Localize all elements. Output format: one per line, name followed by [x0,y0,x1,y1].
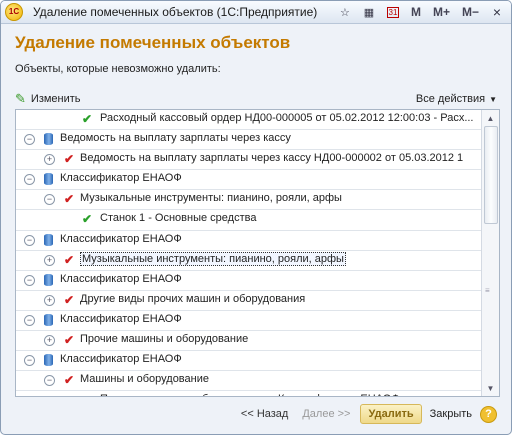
expand-icon[interactable]: + [44,154,55,166]
green-check-icon: ✔ [81,112,93,126]
red-check-icon: ✔ [63,252,75,267]
tree-row-label: Ведомость на выплату зарплаты через касс… [60,132,291,145]
back-button[interactable]: << Назад [241,408,288,420]
tree-row[interactable]: + ✔ Другие виды прочих машин и оборудовани… [16,291,482,311]
tree-row[interactable]: − Классификатор ЕНАОФ [16,271,482,291]
expand-icon[interactable]: + [44,294,55,306]
window-title: Удаление помеченных объектов (1С:Предпри… [33,5,318,19]
collapse-icon[interactable]: − [24,355,35,367]
help-icon[interactable]: ? [480,405,497,423]
tree-row[interactable]: ✔ Станок 1 - Основные средства [16,210,482,231]
pencil-icon: ✎ [15,91,26,106]
edit-button-label: Изменить [30,93,81,105]
next-button[interactable]: Далее >> [302,408,350,420]
collapse-icon[interactable]: − [44,194,55,206]
database-icon [44,273,53,286]
red-check-icon: ✔ [63,292,75,307]
tree-row[interactable]: ✔ Расходный кассовый ордер НД00-000005 от… [16,110,482,131]
tree-row-label: Классификатор ЕНАОФ [60,312,182,325]
expand-icon[interactable]: + [44,254,55,266]
tree-row-label: Классификатор ЕНАОФ [60,172,182,185]
edit-button[interactable]: ✎ Изменить [15,91,81,107]
tree-row-label: Ведомость на выплату зарплаты через касс… [80,152,464,165]
red-check-icon: ✔ [63,192,75,207]
app-logo-icon: 1С [5,3,23,21]
tree-row[interactable]: − Ведомость на выплату зарплаты через кас… [16,130,482,151]
calendar-day: 31 [386,6,400,18]
collapse-icon[interactable]: − [24,314,35,326]
tree-row[interactable]: − Классификатор ЕНАОФ [16,231,482,251]
objects-tree[interactable]: ✔ Расходный кассовый ордер НД00-000005 от… [15,109,500,397]
scroll-thumb[interactable] [484,126,498,224]
tree-row[interactable]: + ✔ Музыкальные инструменты: пианино, роял… [16,251,482,271]
tree-row-label: Музыкальные инструменты: пианино, рояли,… [80,251,346,266]
collapse-icon[interactable]: − [24,274,35,286]
database-icon [44,313,53,326]
red-check-icon: ✔ [63,152,75,167]
tree-row-label: Музыкальные инструменты: пианино, рояли,… [80,192,342,205]
close-icon[interactable]: × [487,2,507,22]
tree-rows: ✔ Расходный кассовый ордер НД00-000005 от… [16,110,482,396]
collapse-icon[interactable]: − [24,234,35,246]
tree-row-label: Машины и оборудование [80,373,209,386]
tree-row-label: Классификатор ЕНАОФ [60,353,182,366]
tree-row[interactable]: + ✔ Прочие машины и оборудование [16,331,482,352]
calculator-icon[interactable]: ▦ [359,2,379,22]
tree-row[interactable]: ✔ Прочие машины и оборудование - Классифи… [16,391,482,396]
favorite-star-icon[interactable]: ☆ [335,2,355,22]
calendar-icon[interactable]: 31 [383,2,403,22]
database-icon [44,354,53,367]
scroll-grip-icon: ≡ [485,286,490,295]
scroll-up-icon[interactable]: ▲ [482,110,499,126]
tree-row[interactable]: − Классификатор ЕНАОФ [16,311,482,332]
database-icon [44,173,53,186]
dialog-window: 1С Удаление помеченных объектов (1С:Пред… [0,0,512,435]
wizard-footer: << Назад Далее >> Удалить Закрыть ? [241,404,497,424]
memory-plus-button[interactable]: M+ [429,2,454,22]
collapse-icon[interactable]: − [44,375,55,387]
memory-button[interactable]: M [407,2,425,22]
delete-button[interactable]: Удалить [360,404,422,424]
tree-row-label: Прочие машины и оборудование [80,333,249,346]
tree-row[interactable]: − Классификатор ЕНАОФ [16,351,482,372]
close-button[interactable]: Закрыть [430,408,472,420]
collapse-icon[interactable]: − [24,174,35,186]
tree-row-label: Классификатор ЕНАОФ [60,232,182,245]
vertical-scrollbar[interactable]: ▲ ≡ ▼ [481,110,499,396]
page-subtitle: Объекты, которые невозможно удалить: [15,63,221,75]
all-actions-label: Все действия [415,93,486,105]
green-check-icon: ✔ [81,212,93,227]
all-actions-button[interactable]: Все действия ▼ [416,93,497,105]
green-check-icon: ✔ [80,393,94,396]
dropdown-arrow-icon: ▼ [489,94,497,104]
red-check-icon: ✔ [63,333,75,348]
tree-row[interactable]: − Классификатор ЕНАОФ [16,170,482,191]
collapse-icon[interactable]: − [24,134,35,146]
title-bar: 1С Удаление помеченных объектов (1С:Пред… [1,1,511,24]
tree-row[interactable]: + ✔ Ведомость на выплату зарплаты через ка… [16,150,482,171]
database-icon [44,133,53,146]
page-title: Удаление помеченных объектов [15,33,291,52]
tree-row-label: Классификатор ЕНАОФ [60,272,182,285]
red-check-icon: ✔ [63,373,75,388]
command-bar: ✎ Изменить Все действия ▼ [15,89,497,109]
tree-row-label: Станок 1 - Основные средства [100,212,257,225]
memory-minus-button[interactable]: M− [458,2,483,22]
tree-row[interactable]: − ✔ Машины и оборудование [16,371,482,392]
tree-row-label: Другие виды прочих машин и оборудования [80,292,306,305]
tree-row-label: Прочие машины и оборудование - Классифик… [100,393,400,396]
tree-row[interactable]: − ✔ Музыкальные инструменты: пианино, роял… [16,190,482,211]
database-icon [44,233,53,246]
tree-row-label: Расходный кассовый ордер НД00-000005 от … [100,112,474,124]
scroll-down-icon[interactable]: ▼ [482,380,499,396]
expand-icon[interactable]: + [44,335,55,347]
